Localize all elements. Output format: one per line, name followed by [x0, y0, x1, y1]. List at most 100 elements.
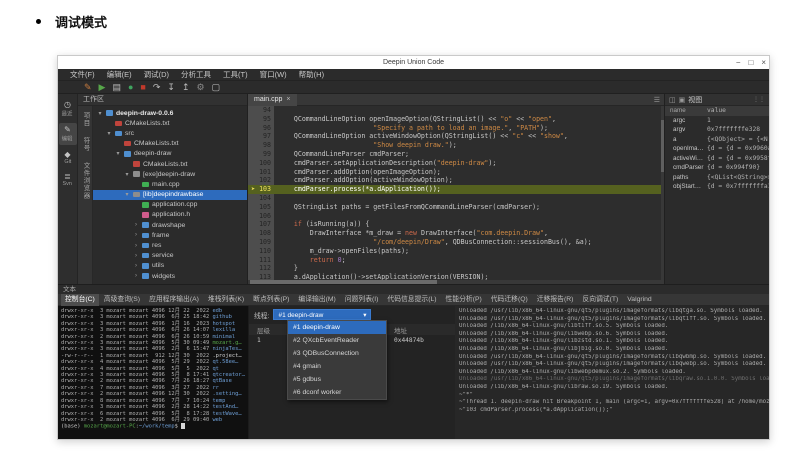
thread-dropdown-item[interactable]: #6 dconf worker: [288, 386, 386, 399]
workspace-tab[interactable]: 项目: [80, 112, 90, 127]
tree-row[interactable]: ▾ deepin-draw: [93, 149, 247, 159]
thread-dropdown-item[interactable]: #5 gdbus: [288, 373, 386, 386]
console-terminal[interactable]: drwxr-xr-x 3 mozart mozart 4096 12月 22 2…: [58, 306, 248, 439]
workspace-tab[interactable]: 文件浏览器: [80, 162, 90, 200]
tree-row[interactable]: CMakeLists.txt: [93, 159, 247, 169]
bottom-tab[interactable]: 问题列表(I): [341, 294, 383, 306]
variable-row[interactable]: objStart… {d = 0x7fffffffa1f0, e…: [665, 182, 769, 192]
editor-vertical-scrollbar[interactable]: [661, 106, 664, 280]
thread-dropdown-item[interactable]: #3 QDBusConnection: [288, 347, 386, 360]
line-number-gutter[interactable]: 113: [248, 273, 274, 280]
line-number-gutter[interactable]: 100: [248, 158, 274, 168]
line-number-gutter[interactable]: 99: [248, 149, 274, 159]
menu-item[interactable]: 调试(D): [138, 69, 175, 81]
tree-row[interactable]: CMakeLists.txt: [93, 139, 247, 149]
tree-row[interactable]: ▾ [exe]deepin-draw: [93, 169, 247, 179]
line-number-gutter[interactable]: 104: [248, 193, 274, 203]
line-number-gutter[interactable]: 109: [248, 237, 274, 247]
variable-row[interactable]: openIma…{d = {d = 0x9960a0}}: [665, 144, 769, 154]
tree-row[interactable]: › utils: [93, 261, 247, 271]
line-number-gutter[interactable]: 98: [248, 141, 274, 150]
editor-horizontal-scrollbar[interactable]: [248, 280, 664, 284]
bottom-tab[interactable]: 堆栈列表(K): [204, 294, 248, 306]
tree-row[interactable]: › service: [93, 251, 247, 261]
tree-row[interactable]: ▾ [lib]deepindrawbase: [93, 189, 247, 200]
variable-row[interactable]: argv 0x7fffffffe328: [665, 125, 769, 135]
settings-icon[interactable]: ⚙: [197, 81, 205, 94]
tree-row[interactable]: › drawshape: [93, 220, 247, 230]
debugger-output-log[interactable]: Unloaded /usr/lib/x86_64-linux-gnu/qt5/p…: [455, 306, 769, 439]
interrupt-icon[interactable]: ●: [128, 81, 133, 94]
open-file-icon[interactable]: ▤: [112, 81, 121, 94]
continue-icon[interactable]: ▶: [99, 81, 106, 94]
bottom-tab[interactable]: 性能分析(P): [442, 294, 486, 306]
tree-row[interactable]: ▾ src: [93, 128, 247, 138]
minimize-button[interactable]: −: [736, 56, 741, 69]
menu-item[interactable]: 分析工具: [175, 69, 217, 81]
scrollbar-thumb[interactable]: [250, 280, 438, 284]
step-over-icon[interactable]: ↷: [153, 81, 161, 94]
build-icon[interactable]: ▢: [212, 81, 221, 94]
bottom-tab[interactable]: 编译输出(M): [294, 294, 339, 306]
activity-item-Git[interactable]: ◆ Git: [59, 148, 77, 167]
tree-row[interactable]: CMakeLists.txt: [93, 118, 247, 128]
line-number-gutter[interactable]: 108: [248, 229, 274, 238]
line-number-gutter[interactable]: 112: [248, 264, 274, 274]
line-number-gutter[interactable]: 102: [248, 176, 274, 186]
activity-item-编辑[interactable]: ✎ 编辑: [58, 123, 77, 145]
activity-item-Svn[interactable]: ≣ Svn: [59, 170, 77, 189]
editor-tab-maincpp[interactable]: main.cpp ×: [248, 93, 297, 106]
line-number-gutter[interactable]: 101: [248, 167, 274, 177]
variable-row[interactable]: activeWi…{d = {d = 0x9958f0}}: [665, 154, 769, 164]
split-view-icon[interactable]: ◫: [669, 96, 676, 104]
bottom-tab[interactable]: Valgrind: [623, 294, 655, 306]
bottom-tab[interactable]: 代码信息提示(L): [383, 294, 440, 306]
panel-grip-icon[interactable]: ⋮⋮: [753, 96, 765, 103]
thread-selector-dropdown[interactable]: #1 deepin-draw ▾: [273, 309, 372, 320]
tree-row[interactable]: › res: [93, 240, 247, 250]
line-number-gutter[interactable]: ➤ 103: [248, 185, 274, 194]
variable-row[interactable]: a {<QObject> = {<N a d…: [665, 135, 769, 145]
stop-icon[interactable]: ■: [140, 81, 145, 94]
activity-item-最近[interactable]: ◷ 最近: [59, 98, 77, 120]
line-number-gutter[interactable]: 95: [248, 114, 274, 124]
tree-row[interactable]: application.h: [93, 210, 247, 220]
variable-row[interactable]: paths {<QList<QString>> =…: [665, 173, 769, 183]
line-number-gutter[interactable]: 106: [248, 211, 274, 221]
bottom-tab[interactable]: 迁移报告(R): [533, 294, 578, 306]
menu-item[interactable]: 文件(F): [64, 69, 101, 81]
variable-row[interactable]: argc 1: [665, 116, 769, 126]
line-number-gutter[interactable]: 105: [248, 202, 274, 212]
menu-item[interactable]: 窗口(W): [254, 69, 293, 81]
thread-dropdown-item[interactable]: #2 QXcbEventReader: [288, 334, 386, 347]
bottom-tab[interactable]: 反向调试(T): [578, 294, 622, 306]
scrollbar-thumb[interactable]: [661, 119, 664, 173]
tree-row[interactable]: › frame: [93, 230, 247, 240]
bottom-tab[interactable]: 断点列表(P): [249, 294, 293, 306]
bottom-tab[interactable]: 应用程序输出(A): [145, 294, 203, 306]
tree-row[interactable]: › widgets: [93, 271, 247, 281]
maximize-button[interactable]: □: [748, 56, 753, 69]
thread-dropdown-item[interactable]: #1 deepin-draw: [288, 321, 386, 334]
line-number-gutter[interactable]: 111: [248, 255, 274, 265]
line-number-gutter[interactable]: 97: [248, 132, 274, 142]
thread-dropdown-item[interactable]: #4 gmain: [288, 360, 386, 373]
float-panel-icon[interactable]: ▣: [679, 96, 686, 104]
step-into-icon[interactable]: ↧: [167, 81, 175, 94]
close-tab-icon[interactable]: ×: [286, 96, 290, 103]
close-button[interactable]: ×: [761, 56, 766, 69]
line-number-gutter[interactable]: 96: [248, 123, 274, 133]
tree-row[interactable]: ▾ deepin-draw-0.0.6: [93, 108, 247, 118]
tree-row[interactable]: application.cpp: [93, 200, 247, 210]
menu-item[interactable]: 帮助(H): [293, 69, 330, 81]
line-number-gutter[interactable]: 107: [248, 220, 274, 230]
menu-item[interactable]: 编辑(E): [101, 69, 138, 81]
line-number-gutter[interactable]: 110: [248, 246, 274, 256]
menu-item[interactable]: 工具(T): [217, 69, 254, 81]
editor-menu-icon[interactable]: ☰: [654, 96, 664, 104]
step-out-icon[interactable]: ↥: [182, 81, 190, 94]
workspace-tab[interactable]: 符号: [80, 137, 90, 152]
tree-row[interactable]: main.cpp: [93, 179, 247, 189]
bottom-tab[interactable]: 高级查询(S): [100, 294, 144, 306]
variable-row[interactable]: cmdParser {d = 0x994f90}: [665, 163, 769, 173]
